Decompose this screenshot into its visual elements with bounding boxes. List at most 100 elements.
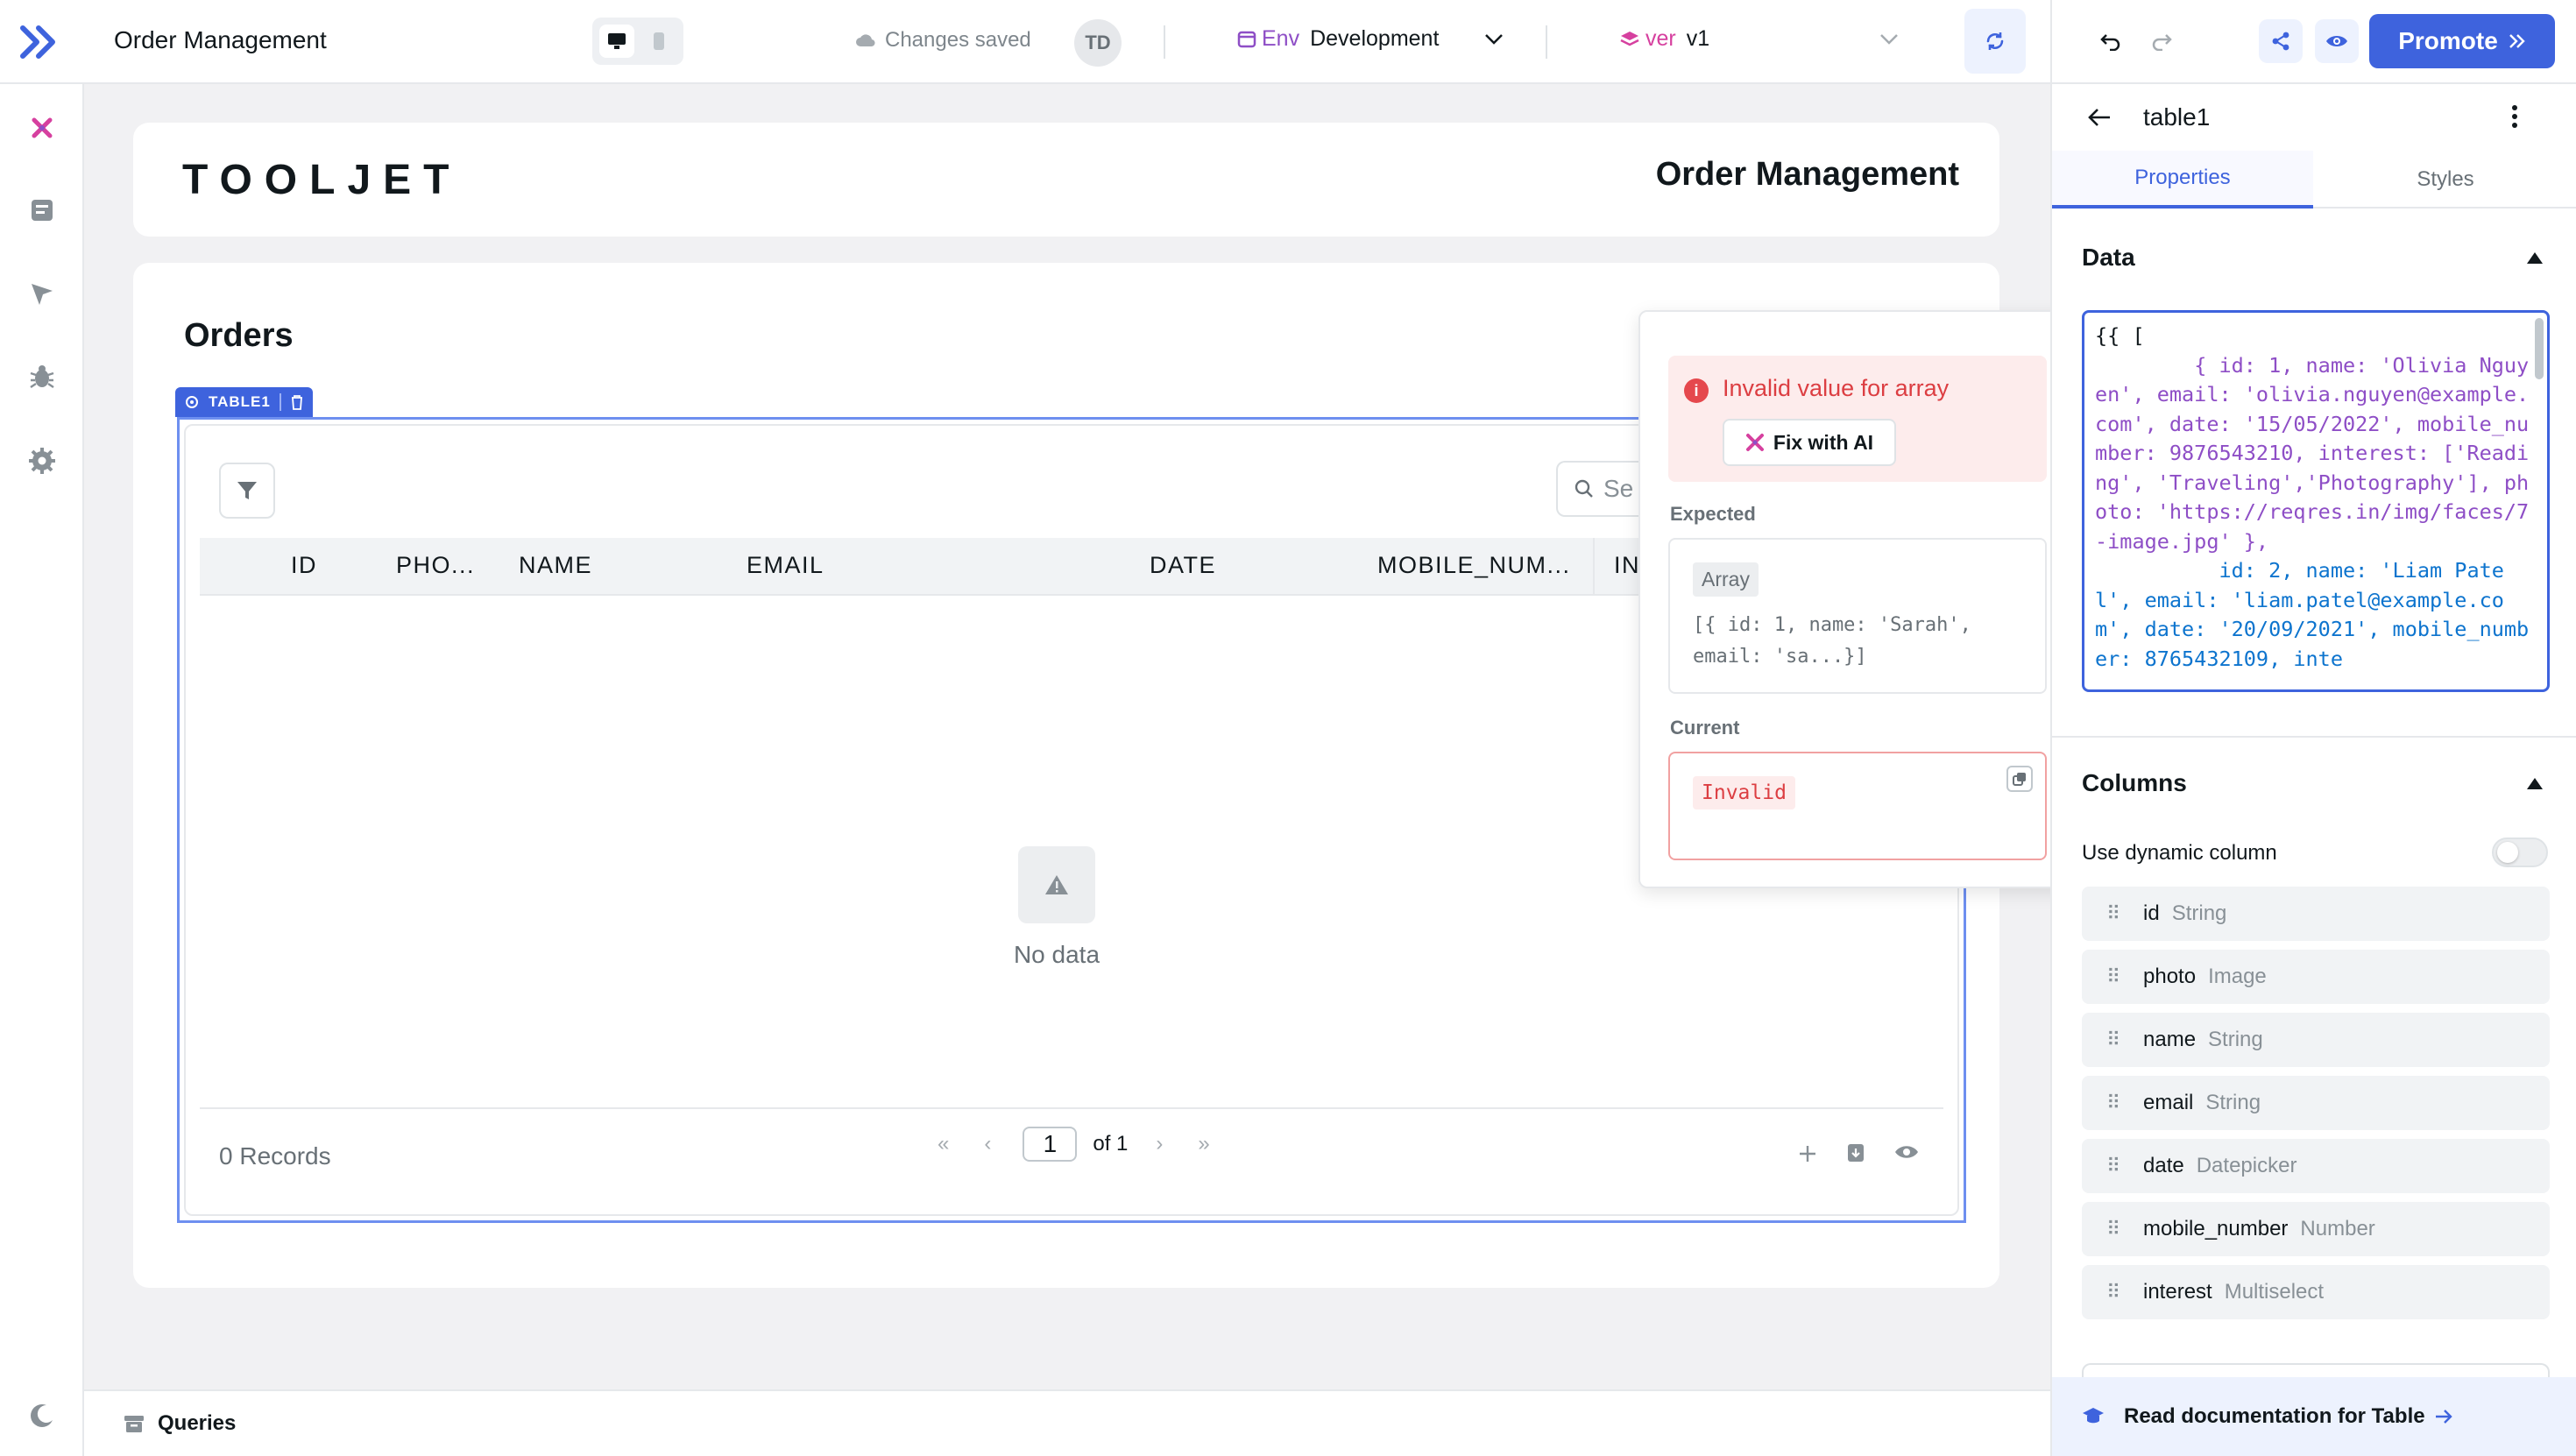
inspector-panel: table1 Properties Styles Data {{ [ { id:… bbox=[2050, 84, 2576, 1456]
avatar[interactable]: TD bbox=[1074, 19, 1122, 67]
column-header-email[interactable]: EMAIL bbox=[747, 552, 824, 579]
error-box: i Invalid value for array Fix with AI bbox=[1668, 356, 2047, 482]
mobile-icon bbox=[654, 32, 664, 50]
collapse-columns-icon[interactable] bbox=[2527, 778, 2543, 789]
current-label: Current bbox=[1670, 717, 1740, 739]
inspector-header: table1 bbox=[2052, 84, 2576, 151]
column-header-date[interactable]: DATE bbox=[1150, 552, 1216, 579]
table-footer-actions bbox=[1796, 1142, 1919, 1165]
inspector-icon[interactable] bbox=[25, 277, 60, 312]
app-title[interactable]: Order Management bbox=[114, 26, 327, 54]
tooljet-ai-icon[interactable] bbox=[25, 110, 60, 145]
pagination: « ‹ 1 of 1 › » bbox=[938, 1127, 1210, 1162]
header-title: Order Management bbox=[1655, 156, 1959, 193]
first-page-icon[interactable]: « bbox=[938, 1132, 949, 1156]
fix-with-ai-button[interactable]: Fix with AI bbox=[1723, 419, 1896, 466]
trash-icon bbox=[291, 395, 302, 410]
page-input[interactable]: 1 bbox=[1023, 1127, 1078, 1162]
column-type: String bbox=[2171, 901, 2227, 925]
column-name: date bbox=[2143, 1154, 2184, 1177]
drag-handle-icon[interactable]: ⠿ bbox=[2082, 1028, 2143, 1051]
tooljet-logo-icon[interactable] bbox=[19, 23, 61, 61]
code-line: {{ [ bbox=[2095, 323, 2145, 348]
divider bbox=[279, 393, 281, 411]
preview-button[interactable] bbox=[2315, 19, 2359, 63]
version-dropdown[interactable]: ver v1 bbox=[1619, 26, 1899, 52]
desktop-view-button[interactable] bbox=[599, 25, 634, 58]
column-item-name[interactable]: ⠿ name String bbox=[2082, 1013, 2550, 1067]
column-item-email[interactable]: ⠿ email String bbox=[2082, 1076, 2550, 1130]
env-icon bbox=[1237, 31, 1256, 47]
column-type: Multiselect bbox=[2224, 1280, 2325, 1304]
chevrons-right-icon bbox=[2509, 34, 2525, 48]
last-page-icon[interactable]: » bbox=[1198, 1132, 1209, 1156]
promote-button[interactable]: Promote bbox=[2369, 14, 2555, 68]
column-header-id[interactable]: ID bbox=[291, 552, 317, 579]
more-options-icon[interactable] bbox=[2511, 103, 2518, 130]
drag-handle-icon[interactable]: ⠿ bbox=[2082, 965, 2143, 988]
prev-page-icon[interactable]: ‹ bbox=[984, 1132, 991, 1156]
expected-value: [{ id: 1, name: 'Sarah', email: 'sa...}] bbox=[1693, 614, 1971, 668]
refresh-icon bbox=[1986, 32, 2004, 50]
header-container[interactable]: TOOLJET Order Management bbox=[133, 123, 1999, 237]
data-section-title[interactable]: Data bbox=[2082, 244, 2135, 272]
eye-icon bbox=[2326, 36, 2347, 46]
records-count: 0 Records bbox=[219, 1142, 331, 1170]
current-box: Invalid bbox=[1668, 752, 2047, 860]
column-name: email bbox=[2143, 1091, 2194, 1114]
brand-logo-text: TOOLJET bbox=[182, 157, 462, 203]
undo-button[interactable] bbox=[2089, 19, 2133, 63]
refresh-button[interactable] bbox=[1964, 9, 2026, 74]
add-row-icon[interactable] bbox=[1796, 1142, 1819, 1165]
column-item-mobile-number[interactable]: ⠿ mobile_number Number bbox=[2082, 1202, 2550, 1256]
column-type: String bbox=[2208, 1028, 2263, 1051]
validation-popover: i Invalid value for array Fix with AI Ex… bbox=[1638, 310, 2077, 888]
queries-label: Queries bbox=[158, 1411, 237, 1435]
column-header-name[interactable]: NAME bbox=[519, 552, 592, 579]
theme-moon-icon[interactable] bbox=[25, 1398, 60, 1433]
documentation-link[interactable]: Read documentation for Table bbox=[2052, 1377, 2576, 1456]
tab-styles[interactable]: Styles bbox=[2315, 151, 2576, 209]
column-header-photo[interactable]: PHO... bbox=[396, 552, 475, 579]
toggle-knob bbox=[2497, 842, 2518, 863]
drag-handle-icon[interactable]: ⠿ bbox=[2082, 1281, 2143, 1304]
download-icon[interactable] bbox=[1845, 1142, 1868, 1165]
column-header-interest[interactable]: IN bbox=[1614, 552, 1640, 579]
mobile-view-button[interactable] bbox=[641, 25, 676, 58]
collapse-data-icon[interactable] bbox=[2527, 252, 2543, 264]
editor-scrollbar[interactable] bbox=[2535, 318, 2544, 379]
queries-panel-bar[interactable]: Queries bbox=[84, 1389, 2050, 1456]
columns-section-title[interactable]: Columns bbox=[2082, 769, 2187, 797]
next-page-icon[interactable]: › bbox=[1156, 1132, 1163, 1156]
device-toggle bbox=[592, 18, 683, 65]
data-code-editor[interactable]: {{ [ { id: 1, name: 'Olivia Nguyen', ema… bbox=[2082, 310, 2550, 692]
column-item-date[interactable]: ⠿ date Datepicker bbox=[2082, 1139, 2550, 1193]
code-line: id: 2, name: 'Liam Patel', email: 'liam.… bbox=[2095, 558, 2530, 671]
ai-sparkle-icon bbox=[1745, 434, 1764, 451]
column-item-interest[interactable]: ⠿ interest Multiselect bbox=[2082, 1265, 2550, 1319]
drag-handle-icon[interactable]: ⠿ bbox=[2082, 1155, 2143, 1177]
filter-button[interactable] bbox=[219, 463, 275, 519]
pages-icon[interactable] bbox=[25, 193, 60, 228]
dynamic-column-toggle[interactable] bbox=[2492, 838, 2548, 867]
ver-tag: ver bbox=[1619, 26, 1676, 52]
cloud-check-icon bbox=[856, 34, 875, 47]
environment-dropdown[interactable]: Env Development bbox=[1237, 26, 1504, 52]
drag-handle-icon[interactable]: ⠿ bbox=[2082, 1218, 2143, 1240]
copy-icon[interactable] bbox=[2006, 766, 2033, 792]
tab-properties[interactable]: Properties bbox=[2052, 151, 2313, 209]
share-button[interactable] bbox=[2259, 19, 2303, 63]
settings-icon[interactable] bbox=[25, 443, 60, 478]
back-arrow-icon[interactable] bbox=[2087, 107, 2112, 128]
component-name[interactable]: table1 bbox=[2143, 103, 2210, 131]
widget-tag[interactable]: TABLE1 bbox=[175, 387, 313, 417]
debugger-icon[interactable] bbox=[25, 359, 60, 394]
column-item-id[interactable]: ⠿ id String bbox=[2082, 887, 2550, 941]
column-header-mobile-number[interactable]: MOBILE_NUM... bbox=[1377, 552, 1571, 579]
column-visibility-icon[interactable] bbox=[1894, 1142, 1919, 1162]
code-line: { id: 1, name: 'Olivia Nguyen', email: '… bbox=[2095, 352, 2530, 554]
drag-handle-icon[interactable]: ⠿ bbox=[2082, 1092, 2143, 1114]
redo-button[interactable] bbox=[2140, 19, 2183, 63]
column-item-photo[interactable]: ⠿ photo Image bbox=[2082, 950, 2550, 1004]
drag-handle-icon[interactable]: ⠿ bbox=[2082, 902, 2143, 925]
